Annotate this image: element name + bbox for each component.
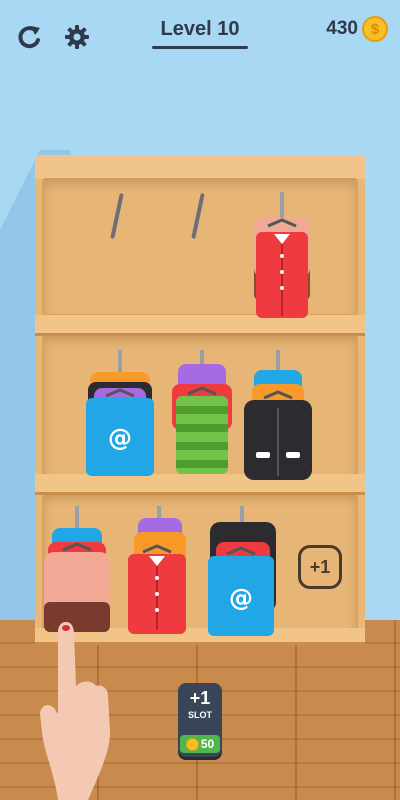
slot-plus-label: +1 [189,688,211,708]
clothes-rack-blue-black-stack[interactable]: @ [204,506,280,638]
clothes-rack-red-orange-stack[interactable] [124,506,194,636]
add-hanger-slot-button[interactable]: +1 [298,545,342,589]
clothes-rack-green-stack[interactable] [168,350,236,478]
tutorial-pointer-hand-icon [40,622,110,800]
coin-icon [185,737,199,751]
svg-text:@: @ [229,584,253,612]
clothes-rack-blue-stack[interactable]: @ [84,350,156,478]
restart-button[interactable] [12,20,46,54]
clothes-rack-peach-stack[interactable] [40,506,114,636]
coin-icon: $ [362,16,388,42]
level-underline [152,46,248,49]
buy-slot-button[interactable]: +1 SLOT 50 [178,683,222,757]
slot-price: 50 [200,737,215,751]
clothes-rack-red-stack[interactable] [244,190,320,326]
svg-text:@: @ [108,424,132,452]
coin-count: 430 [326,18,358,39]
slot-label: SLOT [188,710,212,720]
gear-icon [65,25,89,49]
clothes-rack-black-stack[interactable] [242,350,314,482]
add-slot-label: +1 [309,556,331,577]
settings-button[interactable] [60,20,94,54]
cabinet-top [35,155,365,179]
slot-price-tag: 50 [180,735,220,753]
coin-counter: 430 $ [326,16,388,42]
level-title: Level 10 [160,18,240,40]
restart-icon [18,26,40,49]
